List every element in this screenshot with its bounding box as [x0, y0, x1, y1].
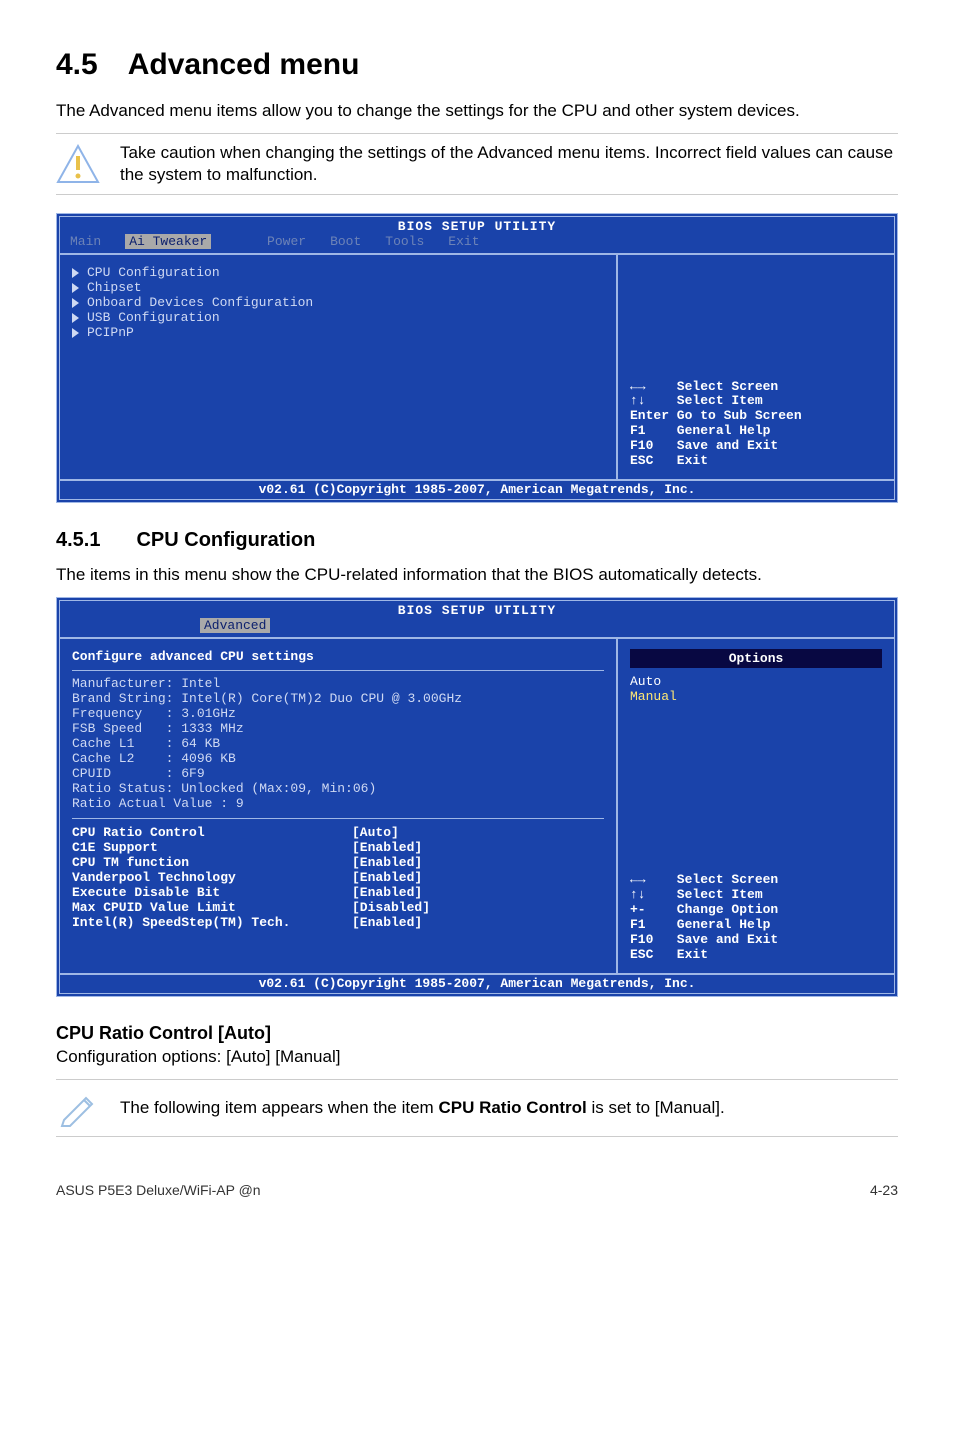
- tab-ai-tweaker[interactable]: Ai Tweaker: [125, 234, 211, 249]
- bios2-tabs: Advanced: [60, 618, 894, 637]
- bios2-config: CPU Ratio Control[Auto] C1E Support[Enab…: [72, 825, 604, 930]
- tab-advanced[interactable]: Advanced: [200, 618, 270, 633]
- config-row[interactable]: Vanderpool Technology[Enabled]: [72, 870, 604, 885]
- note-block: The following item appears when the item…: [56, 1079, 898, 1137]
- menu-item[interactable]: USB Configuration: [72, 310, 604, 325]
- bios2-info: Manufacturer: Intel Brand String: Intel(…: [72, 677, 604, 811]
- bios2-title: BIOS SETUP UTILITY: [60, 601, 894, 618]
- arrow-icon: [72, 298, 79, 308]
- pencil-icon: [56, 1088, 100, 1128]
- footer-left: ASUS P5E3 Deluxe/WiFi-AP @n: [56, 1182, 261, 1198]
- config-row[interactable]: Execute Disable Bit[Enabled]: [72, 885, 604, 900]
- option-auto[interactable]: Auto: [630, 674, 882, 689]
- bios1-menu: CPU Configuration Chipset Onboard Device…: [60, 255, 618, 479]
- tab-power[interactable]: Power: [267, 234, 306, 249]
- options-title: Options: [630, 649, 882, 668]
- bios2-keyhints: ←→ Select Screen ↑↓ Select Item +- Chang…: [630, 873, 882, 963]
- bios1-copyright: v02.61 (C)Copyright 1985-2007, American …: [60, 479, 894, 499]
- bios-screen-1: BIOS SETUP UTILITY Main Ai Tweaker Power…: [56, 213, 898, 503]
- config-row[interactable]: Intel(R) SpeedStep(TM) Tech.[Enabled]: [72, 915, 604, 930]
- footer-right: 4-23: [870, 1182, 898, 1198]
- caution-icon: [56, 144, 100, 184]
- menu-item[interactable]: PCIPnP: [72, 325, 604, 340]
- menu-label: Chipset: [87, 280, 142, 295]
- note-text: The following item appears when the item…: [120, 1097, 725, 1119]
- intro-paragraph: The Advanced menu items allow you to cha…: [56, 100, 898, 123]
- setting-heading: CPU Ratio Control [Auto]: [56, 1023, 898, 1044]
- subsection-number: 4.5.1: [56, 529, 100, 552]
- caution-block: Take caution when changing the settings …: [56, 133, 898, 195]
- config-row[interactable]: Max CPUID Value Limit[Disabled]: [72, 900, 604, 915]
- bios1-title: BIOS SETUP UTILITY: [60, 217, 894, 234]
- bios1-tabs: Main Ai Tweaker Power Boot Tools Exit: [60, 234, 894, 253]
- arrow-icon: [72, 268, 79, 278]
- section-title: 4.5 Advanced menu: [56, 48, 898, 82]
- tab-main[interactable]: Main: [70, 234, 101, 249]
- config-options-line: Configuration options: [Auto] [Manual]: [56, 1046, 898, 1069]
- subsection-intro: The items in this menu show the CPU-rela…: [56, 564, 898, 587]
- menu-label: CPU Configuration: [87, 265, 220, 280]
- menu-item[interactable]: CPU Configuration: [72, 265, 604, 280]
- bios1-keyhints: ←→ Select Screen ↑↓ Select Item Enter Go…: [630, 380, 882, 470]
- arrow-icon: [72, 313, 79, 323]
- subsection-name: CPU Configuration: [136, 529, 315, 551]
- menu-item[interactable]: Chipset: [72, 280, 604, 295]
- bios2-heading: Configure advanced CPU settings: [72, 649, 604, 664]
- arrow-icon: [72, 283, 79, 293]
- config-row[interactable]: C1E Support[Enabled]: [72, 840, 604, 855]
- subsection-title: 4.5.1 CPU Configuration: [56, 529, 898, 552]
- menu-label: PCIPnP: [87, 325, 134, 340]
- section-name: Advanced menu: [128, 48, 360, 81]
- section-number: 4.5: [56, 48, 98, 82]
- bios2-copyright: v02.61 (C)Copyright 1985-2007, American …: [60, 973, 894, 993]
- arrow-icon: [72, 328, 79, 338]
- config-row[interactable]: CPU TM function[Enabled]: [72, 855, 604, 870]
- bios-screen-2: BIOS SETUP UTILITY Advanced Configure ad…: [56, 597, 898, 997]
- menu-label: USB Configuration: [87, 310, 220, 325]
- menu-item[interactable]: Onboard Devices Configuration: [72, 295, 604, 310]
- caution-text: Take caution when changing the settings …: [120, 142, 898, 186]
- config-row[interactable]: CPU Ratio Control[Auto]: [72, 825, 604, 840]
- option-manual[interactable]: Manual: [630, 689, 882, 704]
- menu-label: Onboard Devices Configuration: [87, 295, 313, 310]
- page-footer: ASUS P5E3 Deluxe/WiFi-AP @n 4-23: [56, 1155, 898, 1198]
- tab-tools[interactable]: Tools: [385, 234, 424, 249]
- tab-boot[interactable]: Boot: [330, 234, 361, 249]
- tab-exit[interactable]: Exit: [448, 234, 479, 249]
